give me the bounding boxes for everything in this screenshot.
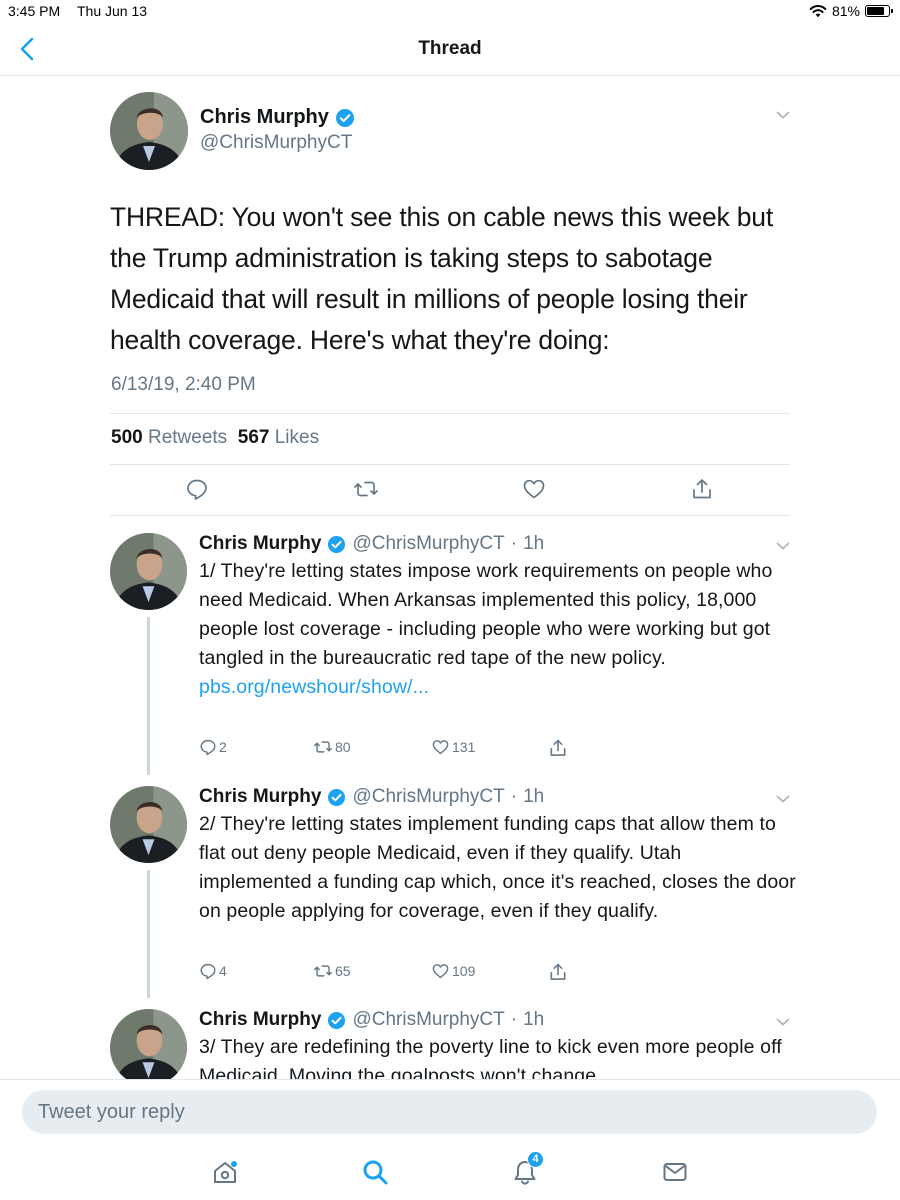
status-time: 3:45 PM	[8, 3, 61, 19]
notification-badge: 4	[527, 1151, 544, 1168]
likes-label[interactable]: Likes	[275, 427, 319, 448]
author-name[interactable]: Chris Murphy	[199, 533, 321, 555]
retweet-button[interactable]: 65	[313, 962, 351, 980]
thread-connector	[147, 870, 150, 998]
tweet-actions	[110, 477, 790, 507]
retweet-button[interactable]: 80	[313, 738, 351, 756]
tweet-link[interactable]: pbs.org/newshour/show/...	[199, 676, 429, 698]
divider	[110, 515, 790, 516]
like-icon[interactable]	[522, 477, 546, 501]
search-icon[interactable]	[361, 1158, 389, 1186]
divider	[110, 413, 790, 414]
tweet-header: Chris Murphy @ChrisMurphyCT · 1h	[199, 1009, 544, 1031]
thread-scroll-area[interactable]: Chris Murphy @ChrisMurphyCT THREAD: You …	[0, 77, 900, 1079]
author-name-row: Chris Murphy	[200, 106, 355, 129]
avatar[interactable]	[110, 1009, 187, 1079]
reply-button[interactable]: 4	[199, 962, 227, 980]
battery-icon	[865, 5, 893, 17]
nav-bar: Thread	[0, 24, 900, 76]
thread-connector	[147, 617, 150, 775]
reply-count: 4	[219, 963, 227, 979]
author-handle[interactable]: @ChrisMurphyCT	[352, 786, 504, 808]
tweet-text: 3/ They are redefining the poverty line …	[199, 1036, 782, 1079]
tweet-text: THREAD: You won't see this on cable news…	[110, 202, 774, 355]
share-icon	[550, 739, 566, 756]
separator-dot: ·	[510, 786, 518, 807]
thread-tweet[interactable]: Chris Murphy @ChrisMurphyCT · 1h 3/ They a…	[110, 1009, 790, 1079]
chevron-down-icon[interactable]	[776, 1017, 790, 1027]
tab-bar: 4	[0, 1143, 900, 1200]
home-icon[interactable]	[211, 1158, 239, 1186]
tweet-body: 1/ They're letting states impose work re…	[199, 560, 773, 669]
tweet-timestamp: 6/13/19, 2:40 PM	[111, 374, 256, 395]
status-bar: 3:45 PM Thu Jun 13 81%	[0, 0, 900, 24]
like-button[interactable]: 109	[431, 962, 475, 980]
avatar[interactable]	[110, 92, 188, 170]
share-button[interactable]	[548, 962, 568, 982]
share-icon[interactable]	[690, 477, 714, 501]
like-count: 109	[452, 963, 476, 979]
battery-percent: 81%	[831, 3, 860, 19]
thread-tweet[interactable]: Chris Murphy @ChrisMurphyCT · 1h 2/ They'r…	[110, 786, 796, 998]
wifi-icon	[809, 5, 827, 18]
author-handle[interactable]: @ChrisMurphyCT	[352, 1009, 504, 1031]
tweet-time: 1h	[523, 786, 545, 807]
chevron-down-icon[interactable]	[776, 541, 790, 551]
like-count[interactable]: 567	[238, 427, 270, 448]
author-name[interactable]: Chris Murphy	[199, 786, 321, 808]
tweet-actions: 2 80 131	[199, 738, 579, 760]
retweet-count[interactable]: 500	[111, 427, 143, 448]
author-handle[interactable]: @ChrisMurphyCT	[200, 132, 352, 154]
tweet-actions: 4 65 109	[199, 962, 579, 984]
retweet-icon	[314, 965, 332, 977]
tweet-time: 1h	[523, 1009, 545, 1030]
retweet-icon	[314, 741, 332, 753]
like-button[interactable]: 131	[431, 738, 475, 756]
author-name[interactable]: Chris Murphy	[199, 1009, 321, 1031]
separator-dot: ·	[510, 533, 518, 554]
notifications-tab[interactable]: 4	[511, 1151, 544, 1186]
retweet-icon[interactable]	[354, 477, 378, 501]
separator-dot: ·	[510, 1009, 518, 1030]
verified-icon	[328, 1011, 346, 1029]
reply-icon[interactable]	[185, 477, 209, 501]
main-tweet: Chris Murphy @ChrisMurphyCT THREAD: You …	[110, 77, 790, 516]
verified-icon	[335, 108, 354, 127]
page-title: Thread	[418, 38, 482, 59]
compose-bar	[0, 1079, 900, 1143]
tweet-text: 1/ They're letting states impose work re…	[199, 557, 799, 702]
reply-icon	[200, 963, 216, 980]
like-icon	[432, 964, 449, 979]
verified-icon	[328, 535, 346, 553]
retweet-count: 65	[335, 963, 351, 979]
chevron-down-icon[interactable]	[776, 794, 790, 804]
messages-icon[interactable]	[661, 1158, 689, 1186]
verified-icon	[328, 788, 346, 806]
author-name[interactable]: Chris Murphy	[200, 106, 329, 129]
tweet-header: Chris Murphy @ChrisMurphyCT	[110, 77, 790, 177]
status-date: Thu Jun 13	[77, 3, 148, 19]
avatar[interactable]	[110, 786, 187, 863]
share-icon	[550, 963, 566, 980]
like-count: 131	[452, 739, 476, 755]
chevron-down-icon[interactable]	[776, 110, 790, 120]
reply-icon	[200, 739, 216, 756]
tweet-header: Chris Murphy @ChrisMurphyCT · 1h	[199, 533, 544, 555]
status-indicators: 81%	[809, 3, 893, 19]
tweet-text: 2/ They're letting states implement fund…	[199, 813, 796, 922]
author-handle[interactable]: @ChrisMurphyCT	[352, 533, 504, 555]
divider	[110, 464, 790, 465]
thread-tweet[interactable]: Chris Murphy @ChrisMurphyCT · 1h 1/ They'r…	[110, 533, 790, 775]
tweet-header: Chris Murphy @ChrisMurphyCT · 1h	[199, 786, 544, 808]
retweets-label[interactable]: Retweets	[148, 427, 227, 448]
reply-input[interactable]	[22, 1090, 877, 1134]
reply-count: 2	[219, 739, 227, 755]
like-icon	[432, 740, 449, 755]
tweet-time: 1h	[523, 533, 545, 554]
retweet-count: 80	[335, 739, 351, 755]
avatar[interactable]	[110, 533, 187, 610]
reply-button[interactable]: 2	[199, 738, 227, 756]
tweet-stats: 500 Retweets 567 Likes	[111, 427, 319, 449]
share-button[interactable]	[548, 738, 568, 758]
